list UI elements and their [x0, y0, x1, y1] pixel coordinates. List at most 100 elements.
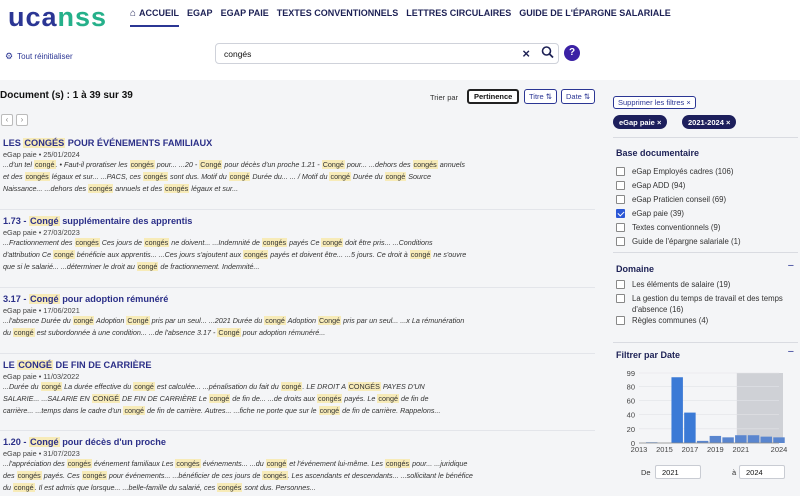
keyword-highlight: congé	[228, 171, 251, 181]
filter-checkbox[interactable]	[616, 237, 625, 246]
next-page-button[interactable]: ›	[16, 114, 28, 126]
text-fragment: ...Fractionnement des	[3, 238, 75, 247]
reset-all-link[interactable]: ⚙ Tout réinitialiser	[5, 51, 73, 62]
result-meta: eGap paie • 17/06/2021	[3, 306, 80, 315]
ucanss-logo[interactable]: ucanss	[8, 2, 107, 33]
text-fragment: pour adoption rémunéré	[59, 294, 169, 304]
search-query: congés	[224, 49, 252, 59]
nav-textes-conventionnels[interactable]: TEXTES CONVENTIONNELS	[277, 8, 399, 27]
histogram-bar	[760, 436, 772, 443]
filter-checkbox[interactable]	[616, 294, 625, 303]
text-fragment: ne doivent... ...Indemnité de	[169, 238, 262, 247]
collapse-domaine-icon[interactable]: −	[788, 260, 794, 272]
text-fragment: 1.20 -	[3, 437, 30, 447]
nav-guide-epargne[interactable]: GUIDE DE L'ÉPARGNE SALARIALE	[519, 8, 670, 27]
x-tick-label: 2013	[631, 445, 648, 454]
filter-chip-date[interactable]: 2021-2024 ×	[682, 115, 737, 129]
keyword-highlight: congé	[72, 316, 95, 325]
prev-page-button[interactable]: ‹	[1, 114, 13, 126]
result-title-link[interactable]: LE CONGÉ DE FIN DE CARRIÈRE	[3, 360, 588, 370]
text-fragment: Durée du	[351, 171, 385, 181]
nav-egap-paie[interactable]: EGAP PAIE	[221, 8, 269, 27]
x-tick-label: 2021	[732, 445, 749, 454]
keyword-highlight: congés	[66, 459, 92, 468]
filter-checkbox[interactable]	[616, 316, 625, 325]
text-fragment: Source	[406, 171, 431, 181]
filter-checkbox[interactable]	[616, 280, 625, 289]
x-tick-label: 2015	[656, 445, 673, 454]
filter-option-label[interactable]: eGap Praticien conseil (69)	[632, 194, 726, 205]
search-input[interactable]: congés ×	[215, 43, 559, 64]
date-from-label: De	[641, 468, 651, 477]
text-fragment: ...d'un tel	[3, 160, 34, 169]
result-title-link[interactable]: 1.73 - Congé supplémentaire des apprenti…	[3, 216, 588, 226]
keyword-highlight: congé	[409, 249, 432, 259]
filter-option-label[interactable]: eGap Employés cadres (106)	[632, 166, 733, 177]
result-item: 3.17 - Congé pour adoption rémunéré eGap …	[3, 294, 588, 339]
result-title-link[interactable]: 3.17 - Congé pour adoption rémunéré	[3, 294, 588, 304]
keyword-highlight: Congé	[29, 216, 60, 226]
keyword-highlight: congé	[13, 482, 35, 492]
keyword-highlight: congés	[88, 183, 114, 193]
date-to-input[interactable]: 2024	[739, 465, 785, 479]
keyword-highlight: congé	[321, 238, 344, 247]
filter-option-label[interactable]: Les éléments de salaire (19)	[632, 279, 730, 290]
selected-range-band	[736, 373, 783, 443]
keyword-highlight: congé	[280, 382, 303, 391]
keyword-highlight: Congé	[29, 437, 60, 447]
keyword-highlight: congés	[175, 459, 201, 468]
text-fragment: POUR ÉVÉNEMENTS FAMILIAUX	[65, 138, 213, 148]
result-title-link[interactable]: LES CONGÉS POUR ÉVÉNEMENTS FAMILIAUX	[3, 138, 588, 148]
text-fragment: Adoption	[94, 316, 127, 325]
filter-option-label[interactable]: Règles communes (4)	[632, 315, 708, 326]
search-icon[interactable]	[541, 45, 554, 62]
result-divider	[0, 430, 595, 431]
histogram-bar	[684, 412, 696, 443]
date-from-input[interactable]: 2021	[655, 465, 701, 479]
histogram-bar	[735, 435, 747, 443]
result-snippet-line: Naissance... ...dehors des congés annuel…	[3, 183, 588, 195]
clear-filters-button[interactable]: Supprimer les filtres ×	[613, 96, 696, 109]
x-tick-label: 2024	[771, 445, 788, 454]
sort-pertinence-button[interactable]: Pertinence	[467, 89, 520, 104]
nav-lettres-circulaires[interactable]: LETTRES CIRCULAIRES	[406, 8, 511, 27]
sort-date-button[interactable]: Date ⇅	[561, 89, 596, 104]
keyword-highlight: congés	[412, 160, 438, 169]
x-tick-label: 2017	[682, 445, 699, 454]
filter-option-label[interactable]: eGap ADD (94)	[632, 180, 685, 191]
filter-option-label[interactable]: eGap paie (39)	[632, 208, 684, 219]
text-fragment: est subordonnée à une condition... ...de…	[34, 327, 218, 337]
filter-checkbox[interactable]	[616, 209, 625, 218]
filter-checkbox[interactable]	[616, 223, 625, 232]
filter-option-label[interactable]: Textes conventionnels (9)	[632, 222, 720, 233]
filter-chip-egap-paie[interactable]: eGap paie ×	[613, 115, 668, 129]
nav-egap[interactable]: EGAP	[187, 8, 213, 27]
filter-checkbox[interactable]	[616, 181, 625, 190]
text-fragment: annuels et des	[113, 183, 165, 193]
result-snippet-line: ...d'un tel congé. • Faut-il proratiser …	[3, 160, 588, 171]
filter-checkbox[interactable]	[616, 167, 625, 176]
keyword-highlight: Congé	[199, 160, 223, 169]
filter-option-label[interactable]: La gestion du temps de travail et des te…	[632, 293, 792, 315]
results-count: Document (s) : 1 à 39 sur 39	[0, 90, 133, 101]
sort-titre-button[interactable]: Titre ⇅	[524, 89, 558, 104]
result-snippet-line: carrière... ...temps dans le cadre d'un …	[3, 405, 588, 417]
keyword-highlight: congés	[261, 238, 288, 247]
filter-checkbox[interactable]	[616, 195, 625, 204]
keyword-highlight: congés	[243, 249, 269, 259]
keyword-highlight: congé	[133, 382, 155, 391]
text-fragment: LE	[3, 360, 18, 370]
text-fragment: légaux et sur...	[189, 183, 239, 193]
collapse-date-icon[interactable]: −	[788, 346, 794, 358]
result-title-link[interactable]: 1.20 - Congé pour décès d'un proche	[3, 437, 588, 447]
nav-accueil[interactable]: ⌂ ACCUEIL	[130, 8, 180, 27]
date-histogram[interactable]: 020406080992013 2015 2017 2019 2021 2024	[611, 365, 791, 460]
text-fragment: du	[3, 327, 13, 337]
result-divider	[0, 287, 595, 288]
clear-search-icon[interactable]: ×	[522, 46, 530, 61]
filter-option-label[interactable]: Guide de l'épargne salariale (1)	[632, 236, 741, 247]
text-fragment: pour décès d'un proche 1.21 -	[222, 160, 322, 169]
help-icon[interactable]: ?	[564, 45, 580, 61]
keyword-highlight: Congé	[317, 316, 342, 325]
text-fragment: pour... ...20 -	[154, 160, 200, 169]
